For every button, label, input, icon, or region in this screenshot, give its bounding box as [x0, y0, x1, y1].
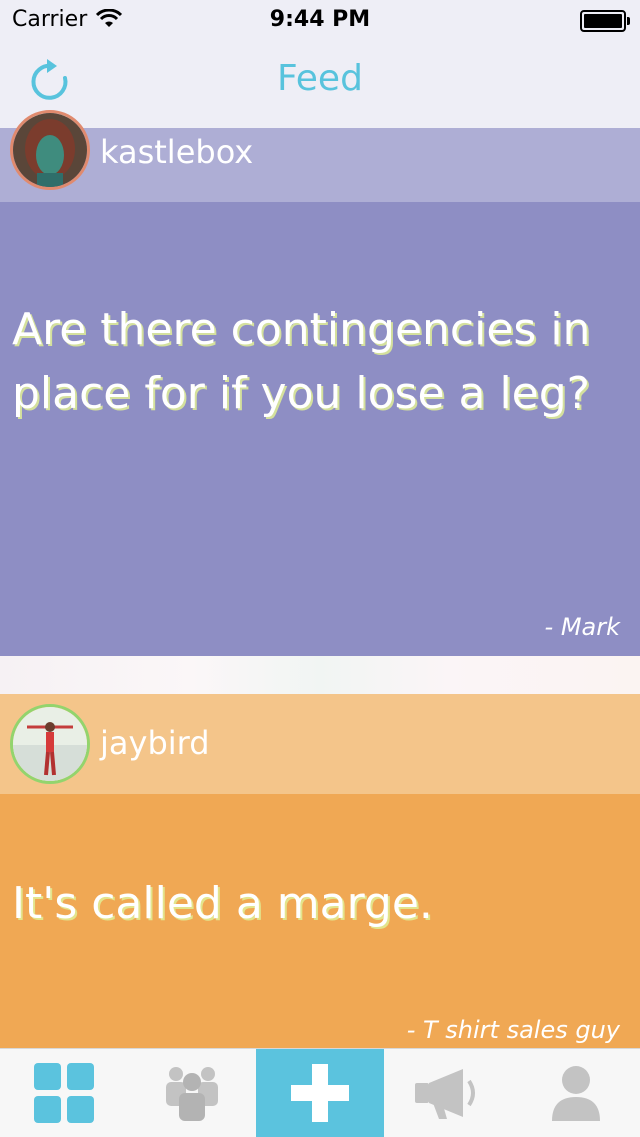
feed-post[interactable]: kastlebox Are there contingencies in pla… — [0, 110, 640, 656]
post-author: - T shirt sales guy — [406, 1016, 620, 1044]
post-author: - Mark — [544, 613, 620, 641]
feed-post[interactable]: jaybird It's called a marge. - T shirt s… — [0, 694, 640, 1048]
post-header: kastlebox — [0, 110, 640, 202]
tab-bar — [0, 1048, 640, 1137]
status-bar: Carrier 9:44 PM — [0, 0, 640, 40]
page-title: Feed — [277, 58, 363, 99]
avatar[interactable] — [10, 110, 90, 190]
post-divider — [0, 656, 640, 694]
post-text: Are there contingencies in place for if … — [12, 304, 591, 419]
avatar[interactable] — [10, 704, 90, 784]
battery-icon — [580, 10, 630, 32]
nav-bar: Feed — [0, 40, 640, 129]
post-header: jaybird — [0, 694, 640, 794]
tab-announce[interactable] — [384, 1049, 512, 1137]
post-text: It's called a marge. — [12, 878, 433, 929]
clock: 9:44 PM — [269, 7, 371, 32]
people-icon — [166, 1067, 218, 1121]
username[interactable]: jaybird — [100, 724, 210, 762]
tab-add[interactable] — [256, 1049, 384, 1137]
tab-profile[interactable] — [512, 1049, 640, 1137]
username[interactable]: kastlebox — [100, 133, 253, 171]
tab-feed[interactable] — [0, 1049, 128, 1137]
profile-icon — [552, 1066, 600, 1121]
tab-people[interactable] — [128, 1049, 256, 1137]
grid-icon — [34, 1063, 94, 1123]
megaphone-icon — [415, 1069, 475, 1119]
plus-icon — [291, 1064, 349, 1122]
